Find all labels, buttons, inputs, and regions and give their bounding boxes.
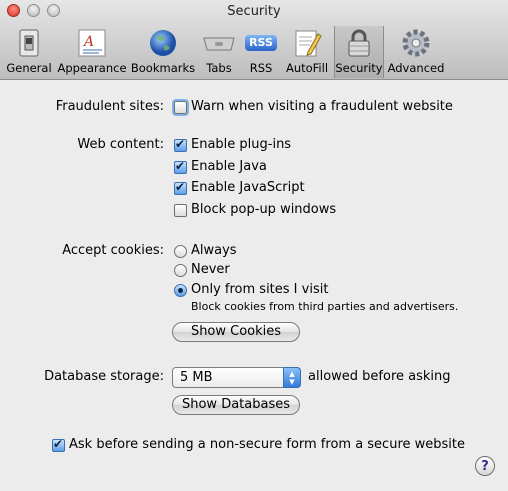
advanced-gear-icon bbox=[399, 28, 433, 58]
cookies-never-label[interactable]: Never bbox=[191, 262, 230, 277]
fraudulent-warning-checkbox[interactable] bbox=[174, 101, 187, 114]
help-question-icon: ? bbox=[481, 459, 489, 474]
cookies-always-label[interactable]: Always bbox=[191, 243, 237, 258]
toolbar-item-security[interactable]: Security bbox=[334, 26, 384, 78]
window-title: Security bbox=[227, 4, 281, 19]
cookies-never-radio[interactable] bbox=[174, 264, 187, 277]
bookmarks-globe-icon bbox=[146, 28, 180, 58]
toolbar-label: Security bbox=[335, 61, 383, 75]
general-switch-icon bbox=[12, 28, 46, 58]
block-popups-checkbox[interactable] bbox=[174, 204, 187, 217]
toolbar-item-bookmarks[interactable]: Bookmarks bbox=[130, 26, 196, 78]
toolbar-item-autofill[interactable]: AutoFill bbox=[282, 26, 332, 78]
toolbar-label: RSS bbox=[249, 61, 273, 75]
enable-javascript-label[interactable]: Enable JavaScript bbox=[191, 180, 305, 195]
enable-plugins-label[interactable]: Enable plug-ins bbox=[191, 137, 291, 152]
database-storage-select[interactable]: 5 MB ▲ ▼ bbox=[172, 367, 301, 388]
database-storage-suffix: allowed before asking bbox=[308, 369, 451, 384]
enable-java-label[interactable]: Enable Java bbox=[191, 159, 267, 174]
web-content-label: Web content: bbox=[77, 137, 164, 152]
toolbar-item-general[interactable]: General bbox=[4, 26, 54, 78]
database-storage-label: Database storage: bbox=[44, 369, 164, 384]
cookies-hint: Block cookies from third parties and adv… bbox=[191, 300, 459, 313]
toolbar-item-rss[interactable]: RSS RSS bbox=[242, 26, 280, 78]
fraudulent-warning-label[interactable]: Warn when visiting a fraudulent website bbox=[191, 99, 453, 114]
autofill-pencil-icon bbox=[290, 28, 324, 58]
toolbar-item-appearance[interactable]: A Appearance bbox=[56, 26, 128, 78]
preferences-window: Security General A Appearance Bookmarks … bbox=[0, 0, 508, 491]
cookies-visited-only-radio[interactable] bbox=[174, 284, 187, 297]
accept-cookies-label: Accept cookies: bbox=[62, 243, 164, 258]
toolbar-label: Bookmarks bbox=[130, 61, 196, 75]
updown-arrows-icon: ▲ ▼ bbox=[283, 367, 301, 388]
fraudulent-sites-label: Fraudulent sites: bbox=[55, 99, 164, 114]
nonsecure-form-checkbox[interactable] bbox=[52, 437, 65, 452]
titlebar: Security General A Appearance Bookmarks … bbox=[0, 0, 508, 80]
nonsecure-form-label[interactable]: Ask before sending a non-secure form fro… bbox=[69, 437, 465, 452]
enable-javascript-checkbox[interactable] bbox=[174, 180, 187, 195]
enable-plugins-checkbox[interactable] bbox=[174, 137, 187, 152]
rss-badge: RSS bbox=[245, 35, 277, 51]
rss-icon: RSS bbox=[244, 28, 278, 58]
enable-java-checkbox[interactable] bbox=[174, 159, 187, 174]
svg-text:A: A bbox=[82, 34, 94, 50]
appearance-font-icon: A bbox=[75, 28, 109, 58]
cookies-visited-only-label[interactable]: Only from sites I visit bbox=[191, 282, 328, 297]
security-lock-icon bbox=[342, 28, 376, 58]
tabs-icon bbox=[202, 28, 236, 58]
toolbar-item-advanced[interactable]: Advanced bbox=[386, 26, 446, 78]
show-cookies-button[interactable]: Show Cookies bbox=[172, 322, 300, 342]
cookies-always-radio[interactable] bbox=[174, 245, 187, 258]
toolbar-label: Tabs bbox=[206, 61, 232, 75]
database-storage-value: 5 MB bbox=[180, 370, 213, 385]
toolbar-item-tabs[interactable]: Tabs bbox=[198, 26, 240, 78]
block-popups-label[interactable]: Block pop-up windows bbox=[191, 202, 336, 217]
toolbar-label: General bbox=[6, 61, 52, 75]
show-databases-button[interactable]: Show Databases bbox=[172, 395, 300, 415]
toolbar-label: Appearance bbox=[57, 61, 127, 75]
toolbar-label: Advanced bbox=[387, 61, 445, 75]
help-button[interactable]: ? bbox=[475, 456, 495, 476]
toolbar-label: AutoFill bbox=[285, 61, 329, 75]
preferences-toolbar: General A Appearance Bookmarks Tabs RSS … bbox=[0, 26, 508, 78]
